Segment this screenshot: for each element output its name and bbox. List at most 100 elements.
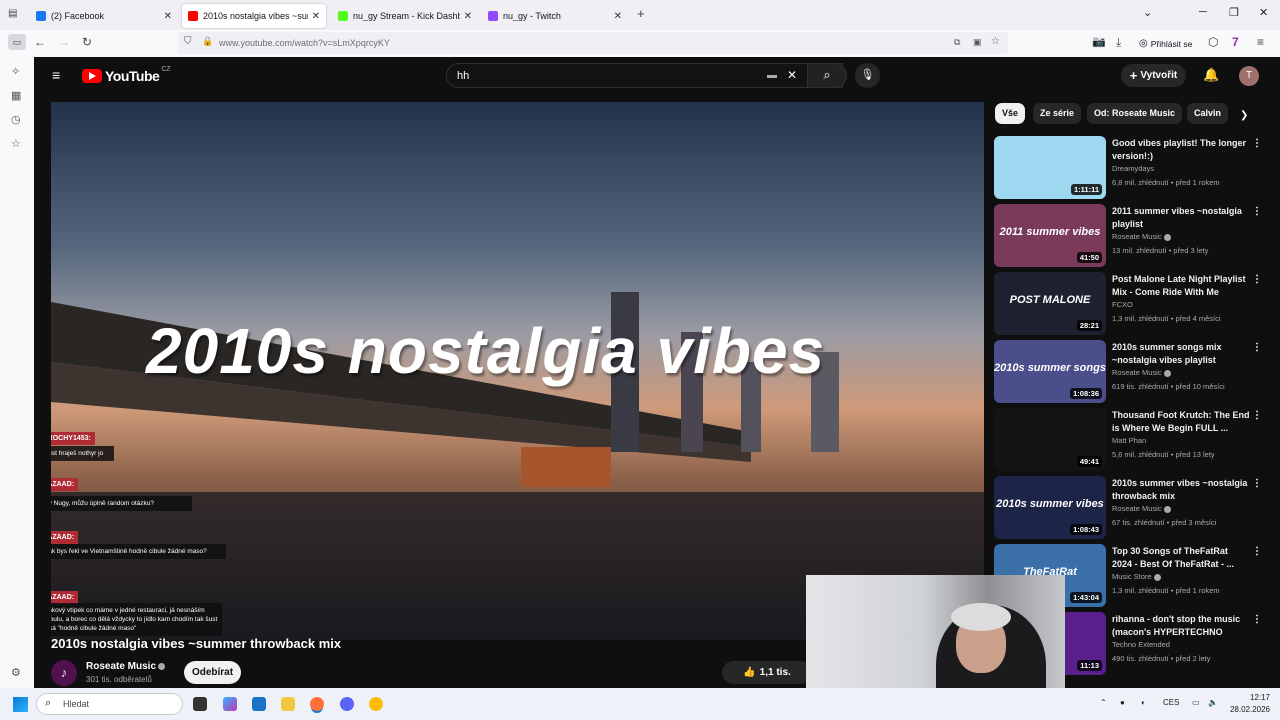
channel-name[interactable]: Roseate Music	[86, 661, 166, 672]
chevron-right-icon[interactable]: ❯	[1240, 110, 1248, 121]
volume-icon[interactable]: 🔈	[1208, 698, 1218, 707]
chip-all[interactable]: Vše	[995, 103, 1026, 124]
channel-name[interactable]: Roseate Music	[1112, 232, 1171, 241]
address-bar[interactable]: ⛉ 🔒 www.youtube.com/watch?v=sLmXpqrcyKY …	[178, 32, 1008, 54]
video-title[interactable]: Good vibes playlist! The longer version!…	[1112, 137, 1250, 163]
recommendation-item[interactable]: 1:11:11 Good vibes playlist! The longer v…	[994, 136, 1264, 199]
channel-name[interactable]: Roseate Music	[1112, 504, 1171, 513]
recommendation-item[interactable]: 2010s summer vibes 1:08:43 2010s summer vi…	[994, 476, 1264, 539]
hamburger-menu-icon[interactable]: ≡	[52, 67, 60, 83]
history-icon[interactable]: ◷	[11, 113, 21, 126]
channel-name[interactable]: Techno Extended	[1112, 640, 1170, 649]
chip-calvin[interactable]: Calvin	[1187, 103, 1229, 124]
tab-twitch[interactable]: nu_gy - Twitch ✕	[482, 4, 628, 28]
close-tab-icon[interactable]: ✕	[614, 11, 622, 22]
tab-youtube[interactable]: 2010s nostalgia vibes ~summer throwback …	[182, 4, 326, 28]
keyboard-language[interactable]: CES	[1163, 698, 1179, 707]
lock-icon[interactable]: 🔒	[202, 36, 213, 47]
taskbar-search-input[interactable]: ⌕ Hledat	[36, 693, 183, 715]
extensions-icon[interactable]: ⬡	[1208, 35, 1218, 49]
more-options-icon[interactable]: ⋮	[1252, 410, 1262, 421]
bookmark-star-icon[interactable]: ☆	[991, 36, 1000, 47]
network-icon[interactable]: ▭	[1192, 698, 1200, 707]
search-value[interactable]: hh	[457, 70, 469, 82]
screenshot-page-icon[interactable]: ▣	[973, 37, 982, 48]
ai-sparkle-icon[interactable]: ✧	[11, 65, 20, 78]
microsoft-store-icon[interactable]	[252, 697, 266, 711]
more-options-icon[interactable]: ⋮	[1252, 546, 1262, 557]
video-thumbnail[interactable]: 2011 summer vibes 41:50	[994, 204, 1106, 267]
video-title[interactable]: 2010s summer songs mix ~nostalgia vibes …	[1112, 341, 1250, 367]
tab-list-icon[interactable]: ▤	[8, 8, 17, 19]
recommendation-item[interactable]: 2011 summer vibes 41:50 2011 summer vibes …	[994, 204, 1264, 267]
like-button[interactable]: 👍 1,1 tis.	[722, 661, 812, 684]
more-options-icon[interactable]: ⋮	[1252, 274, 1262, 285]
tray-app-icon[interactable]: ◐	[1141, 698, 1146, 707]
channel-name[interactable]: Music Store	[1112, 572, 1161, 581]
forward-icon[interactable]: →	[58, 35, 70, 49]
clear-search-icon[interactable]: ✕	[787, 68, 797, 82]
new-tab-icon[interactable]: +	[637, 6, 645, 21]
pip-icon[interactable]: ⧉	[954, 37, 960, 48]
shield-icon[interactable]: ⛉	[184, 36, 192, 47]
extension-7tv-icon[interactable]: 7	[1232, 35, 1239, 49]
search-button[interactable]: ⌕	[807, 63, 847, 88]
close-tab-icon[interactable]: ✕	[164, 11, 172, 22]
clock-time[interactable]: 12:17	[1230, 693, 1270, 702]
tab-overflow-chevron-icon[interactable]: ⌄	[1143, 6, 1152, 19]
youtube-logo[interactable]: YouTube CZ	[82, 66, 171, 84]
chrome-icon[interactable]	[369, 697, 383, 711]
firefox-icon[interactable]	[310, 697, 324, 711]
video-player[interactable]: 2010s nostalgia vibes PROCHY1453: šust h…	[51, 102, 984, 640]
channel-avatar[interactable]: ♪	[51, 660, 77, 686]
close-tab-icon[interactable]: ✕	[312, 11, 320, 22]
bookmarks-icon[interactable]: ☆	[11, 137, 21, 150]
close-tab-icon[interactable]: ✕	[464, 11, 472, 22]
channel-name[interactable]: Roseate Music	[1112, 368, 1171, 377]
more-options-icon[interactable]: ⋮	[1252, 478, 1262, 489]
video-title[interactable]: Thousand Foot Krutch: The End is Where W…	[1112, 409, 1250, 435]
video-thumbnail[interactable]: 1:11:11	[994, 136, 1106, 199]
minimize-icon[interactable]: ─	[1199, 6, 1207, 18]
video-title[interactable]: rihanna - don't stop the music (macon's …	[1112, 613, 1250, 639]
subscribe-button[interactable]: Odebírat	[184, 661, 241, 684]
video-title[interactable]: 2010s summer vibes ~nostalgia throwback …	[1112, 477, 1250, 503]
voice-search-button[interactable]: 🎙	[855, 63, 880, 88]
avatar[interactable]: T	[1239, 66, 1259, 86]
settings-gear-icon[interactable]: ⚙	[11, 666, 21, 679]
back-icon[interactable]: ←	[34, 35, 46, 49]
channel-name[interactable]: FCXO	[1112, 300, 1133, 309]
url-text[interactable]: www.youtube.com/watch?v=sLmXpqrcyKY	[219, 38, 390, 48]
signin-button[interactable]: ◎ Přihlásit se	[1139, 35, 1192, 52]
recommendation-item[interactable]: 49:41 Thousand Foot Krutch: The End is Wh…	[994, 408, 1264, 471]
video-thumbnail[interactable]: 2010s summer songs 1:08:36	[994, 340, 1106, 403]
keyboard-icon[interactable]: ▬	[767, 70, 777, 81]
video-thumbnail[interactable]: 49:41	[994, 408, 1106, 471]
discord-icon[interactable]	[340, 697, 354, 711]
download-icon[interactable]: ⤓	[1116, 35, 1121, 50]
more-options-icon[interactable]: ⋮	[1252, 614, 1262, 625]
tab-kick-dashboard[interactable]: nu_gy Stream - Kick Dashboard ✕	[332, 4, 478, 28]
more-options-icon[interactable]: ⋮	[1252, 138, 1262, 149]
task-view-icon[interactable]	[193, 697, 207, 711]
chip-from-channel[interactable]: Od: Roseate Music	[1087, 103, 1183, 124]
tray-app-icon[interactable]: ●	[1120, 698, 1125, 707]
video-title[interactable]: 2011 summer vibes ~nostalgia playlist	[1112, 205, 1250, 231]
tab-facebook[interactable]: (2) Facebook ✕	[30, 4, 178, 28]
close-window-icon[interactable]: ✕	[1259, 6, 1268, 19]
more-options-icon[interactable]: ⋮	[1252, 342, 1262, 353]
maximize-icon[interactable]: ❐	[1229, 6, 1239, 19]
more-options-icon[interactable]: ⋮	[1252, 206, 1262, 217]
channel-name[interactable]: Matt Phan	[1112, 436, 1146, 445]
recommendation-item[interactable]: 2010s summer songs 1:08:36 2010s summer so…	[994, 340, 1264, 403]
reload-icon[interactable]: ↻	[82, 35, 92, 49]
video-title[interactable]: Post Malone Late Night Playlist Mix - Co…	[1112, 273, 1250, 299]
video-thumbnail[interactable]: POST MALONE 28:21	[994, 272, 1106, 335]
camera-icon[interactable]: 📷	[1092, 35, 1106, 48]
channel-name[interactable]: Dreamydays	[1112, 164, 1154, 173]
windows-start-icon[interactable]	[13, 697, 28, 712]
video-thumbnail[interactable]: 2010s summer vibes 1:08:43	[994, 476, 1106, 539]
notifications-bell-icon[interactable]: 🔔	[1203, 67, 1219, 83]
create-button[interactable]: + Vytvořit	[1121, 64, 1186, 87]
file-explorer-icon[interactable]	[281, 697, 295, 711]
